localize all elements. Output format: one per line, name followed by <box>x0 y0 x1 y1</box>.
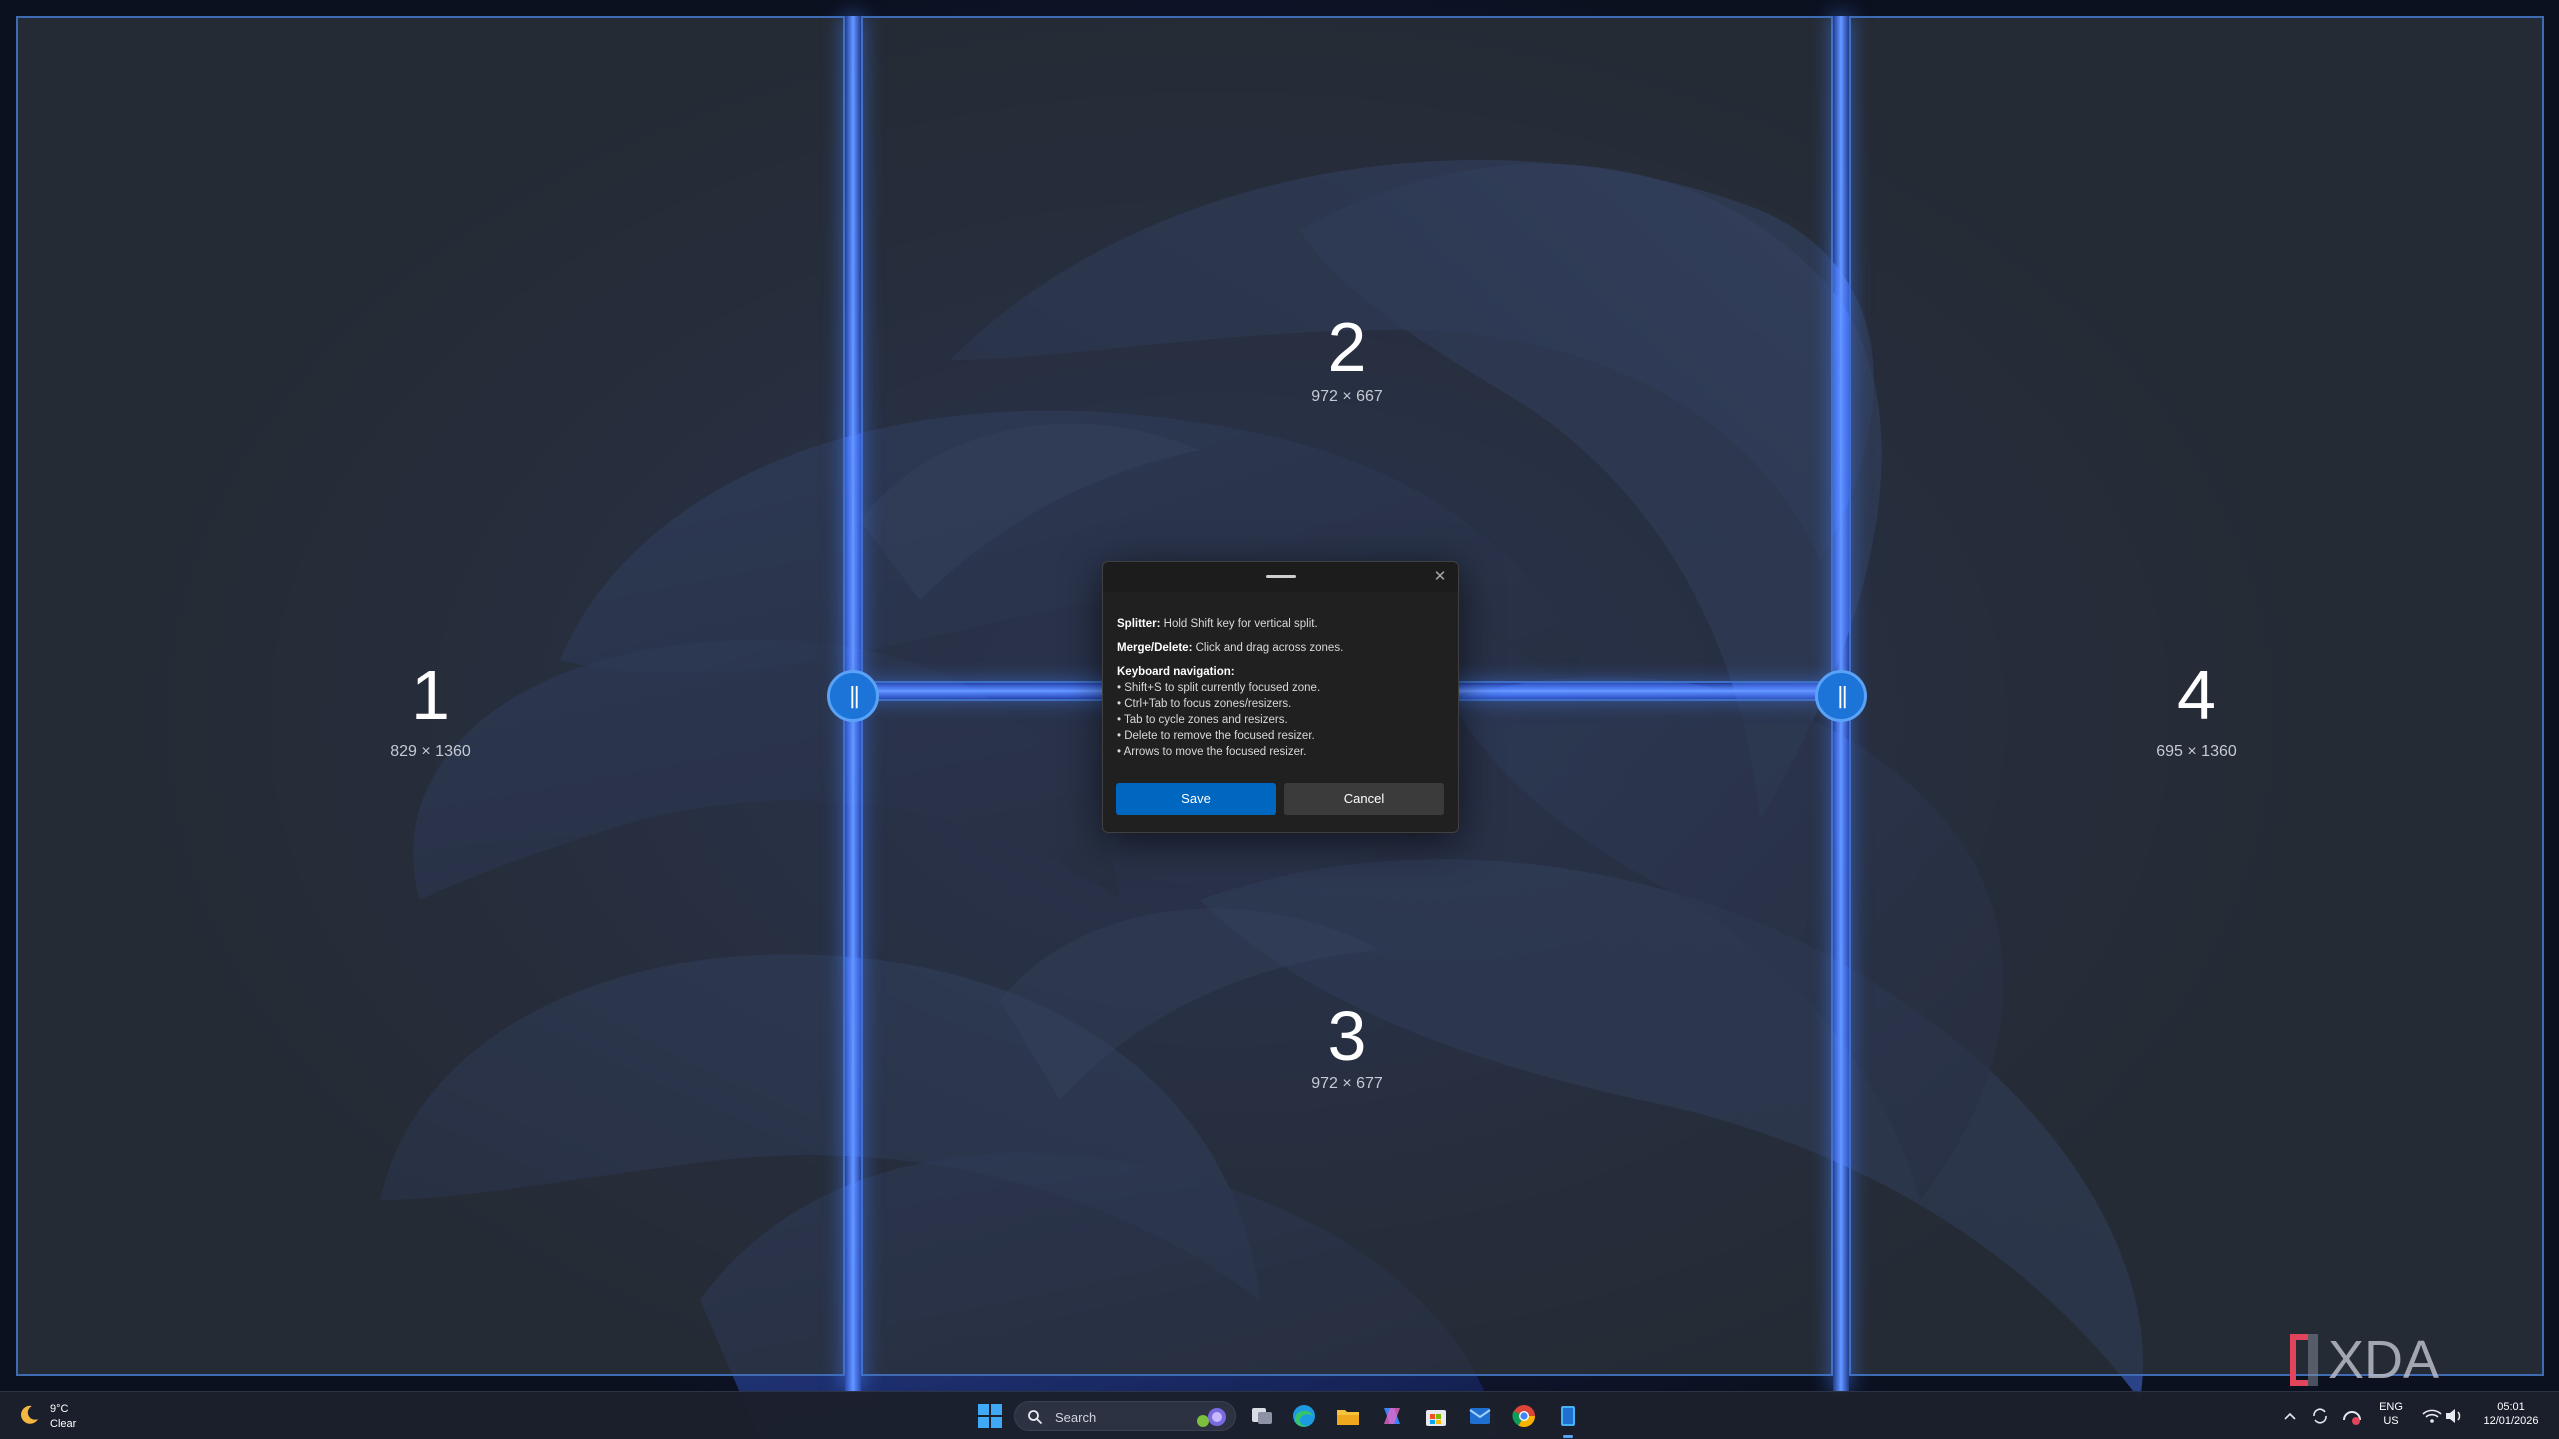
keyboard-item: • Arrows to move the focused resizer. <box>1117 746 1307 758</box>
save-button[interactable]: Save <box>1116 783 1276 815</box>
weather-temp: 9°C <box>50 1403 69 1415</box>
search-placeholder: Search <box>1055 1410 1097 1425</box>
volume-icon[interactable] <box>2440 1402 2468 1430</box>
zone-1[interactable]: 1 829 × 1360 <box>16 16 845 1376</box>
outlook-icon[interactable] <box>1466 1402 1494 1430</box>
store-icon[interactable] <box>1422 1402 1450 1430</box>
weather-condition: Clear <box>50 1418 77 1430</box>
search-box[interactable]: Search <box>1014 1401 1236 1431</box>
start-icon[interactable] <box>976 1402 1004 1430</box>
search-icon <box>1028 1410 1043 1425</box>
keyboard-layout: US <box>2383 1415 2399 1427</box>
app-tray-icon[interactable] <box>2338 1402 2366 1430</box>
search-highlight-icon <box>1197 1408 1226 1427</box>
dialog-titlebar[interactable]: ✕ <box>1103 562 1458 592</box>
zone-number: 3 <box>1327 997 1367 1075</box>
splitter-text: Hold Shift key for vertical split. <box>1160 618 1318 630</box>
zone-dimensions: 695 × 1360 <box>2156 743 2237 760</box>
splitter-handle-left[interactable]: || <box>827 670 879 722</box>
zone-number: 2 <box>1327 308 1367 386</box>
zone-dimensions: 972 × 667 <box>1311 388 1383 405</box>
splitter-label: Splitter: <box>1117 618 1161 630</box>
zone-dimensions: 972 × 677 <box>1311 1075 1383 1092</box>
cancel-button[interactable]: Cancel <box>1284 783 1444 815</box>
clock[interactable]: 05:01 12/01/2026 <box>2476 1400 2546 1428</box>
merge-instruction: Merge/Delete: Click and drag across zone… <box>1117 640 1447 656</box>
grip-icon: || <box>848 683 861 709</box>
copilot-icon[interactable] <box>1378 1402 1406 1430</box>
taskbar: 9°C Clear Search ENG US 05:01 12/01/2026 <box>0 1391 2559 1439</box>
zone-editor-dialog: ✕ Splitter: Hold Shift key for vertical … <box>1102 561 1459 833</box>
language-indicator[interactable]: ENG US <box>2376 1400 2406 1428</box>
edge-icon[interactable] <box>1290 1402 1318 1430</box>
watermark-text: XDA <box>2328 1330 2439 1390</box>
zone-dimensions: 829 × 1360 <box>390 743 471 760</box>
keyboard-instruction: Keyboard navigation: • Shift+S to split … <box>1117 664 1447 760</box>
drag-handle-icon[interactable] <box>1266 575 1296 578</box>
splitter-instruction: Splitter: Hold Shift key for vertical sp… <box>1117 616 1447 632</box>
zone-4[interactable]: 4 695 × 1360 <box>1849 16 2544 1376</box>
zone-number: 1 <box>411 656 450 734</box>
keyboard-item: • Tab to cycle zones and resizers. <box>1117 714 1288 726</box>
clock-date: 12/01/2026 <box>2483 1415 2539 1427</box>
merge-text: Click and drag across zones. <box>1192 642 1344 654</box>
chrome-icon[interactable] <box>1510 1402 1538 1430</box>
keyboard-item: • Delete to remove the focused resizer. <box>1117 730 1315 742</box>
active-app-indicator <box>1563 1435 1573 1438</box>
sync-icon[interactable] <box>2306 1402 2334 1430</box>
powertoys-icon[interactable] <box>1554 1402 1582 1430</box>
keyboard-item: • Ctrl+Tab to focus zones/resizers. <box>1117 698 1292 710</box>
xda-logo: XDA <box>2290 1330 2439 1390</box>
file-explorer-icon[interactable] <box>1334 1402 1362 1430</box>
clock-time: 05:01 <box>2497 1401 2525 1413</box>
task-view-icon[interactable] <box>1248 1402 1276 1430</box>
close-icon[interactable]: ✕ <box>1430 567 1450 587</box>
splitter-handle-right[interactable]: || <box>1815 670 1867 722</box>
chevron-up-icon[interactable] <box>2276 1402 2304 1430</box>
merge-label: Merge/Delete: <box>1117 642 1193 654</box>
zone-number: 4 <box>2177 656 2216 734</box>
keyboard-item: • Shift+S to split currently focused zon… <box>1117 682 1321 694</box>
keyboard-label: Keyboard navigation: <box>1117 666 1235 678</box>
grip-icon: || <box>1836 683 1849 709</box>
dialog-instructions: Splitter: Hold Shift key for vertical sp… <box>1117 616 1447 760</box>
language-code: ENG <box>2379 1401 2403 1413</box>
moon-icon <box>21 1405 38 1424</box>
